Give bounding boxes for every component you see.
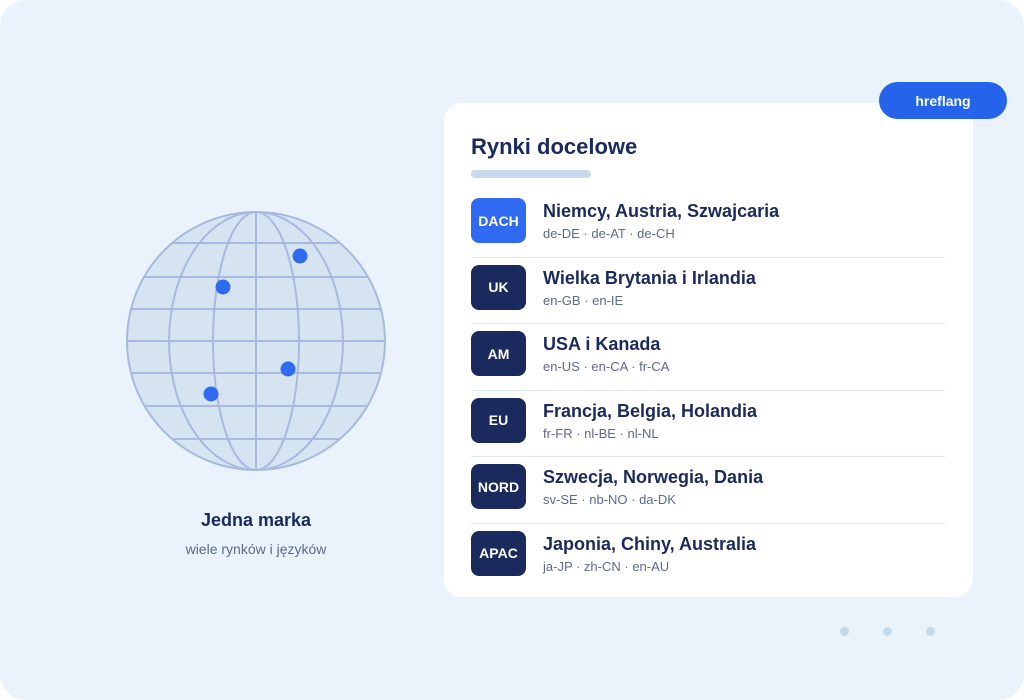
market-locales: sv-SE · nb-NO · da-DK xyxy=(543,492,676,507)
market-row-eu: EU Francja, Belgia, Holandia fr-FR · nl-… xyxy=(471,391,945,457)
globe-icon xyxy=(126,211,386,471)
canvas-background: Jedna marka wiele rynków i języków Rynki… xyxy=(0,0,1024,700)
location-dot xyxy=(280,361,296,377)
market-row-am: AM USA i Kanada en-US · en-CA · fr-CA xyxy=(471,324,945,391)
market-title: Francja, Belgia, Holandia xyxy=(543,400,758,421)
location-dot xyxy=(292,248,308,264)
market-title: USA i Kanada xyxy=(543,334,661,354)
market-badge: AM xyxy=(471,331,526,376)
location-dot xyxy=(215,279,231,295)
pagination-dot xyxy=(883,627,892,636)
market-row-apac: APAC Japonia, Chiny, Australia ja-JP · z… xyxy=(471,524,945,591)
target-markets-card: Rynki docelowe DACH Niemcy, Austria, Szw… xyxy=(444,103,973,597)
market-title: Szwecja, Norwegia, Dania xyxy=(543,467,764,487)
card-title: Rynki docelowe xyxy=(471,134,638,159)
market-row-uk: UK Wielka Brytania i Irlandia en-GB · en… xyxy=(471,258,945,324)
market-title: Niemcy, Austria, Szwajcaria xyxy=(543,201,780,221)
market-locales: de-DE · de-AT · de-CH xyxy=(543,226,675,241)
brand-title: Jedna marka xyxy=(200,510,312,530)
market-title: Japonia, Chiny, Australia xyxy=(543,533,757,554)
pagination-dot xyxy=(926,627,935,636)
market-badge: APAC xyxy=(471,530,526,576)
market-badge: NORD xyxy=(471,464,526,509)
location-dot xyxy=(203,386,219,402)
pagination-dot xyxy=(840,627,849,636)
market-badge: EU xyxy=(471,397,526,443)
market-badge: DACH xyxy=(471,198,526,243)
markets-list: DACH Niemcy, Austria, Szwajcaria de-DE ·… xyxy=(471,191,945,590)
market-locales: en-US · en-CA · fr-CA xyxy=(543,359,670,374)
market-row-dach: DACH Niemcy, Austria, Szwajcaria de-DE ·… xyxy=(471,191,945,258)
market-title: Wielka Brytania i Irlandia xyxy=(543,267,756,288)
title-underline xyxy=(471,170,591,178)
market-locales: ja-JP · zh-CN · en-AU xyxy=(543,558,670,574)
market-locales: fr-FR · nl-BE · nl-NL xyxy=(543,425,659,441)
hreflang-tag: hreflang xyxy=(879,82,1007,119)
market-locales: en-GB · en-IE xyxy=(543,292,624,308)
market-badge: UK xyxy=(471,264,526,310)
market-row-nord: NORD Szwecja, Norwegia, Dania sv-SE · nb… xyxy=(471,457,945,524)
brand-subtitle: wiele rynków i języków xyxy=(185,541,327,557)
